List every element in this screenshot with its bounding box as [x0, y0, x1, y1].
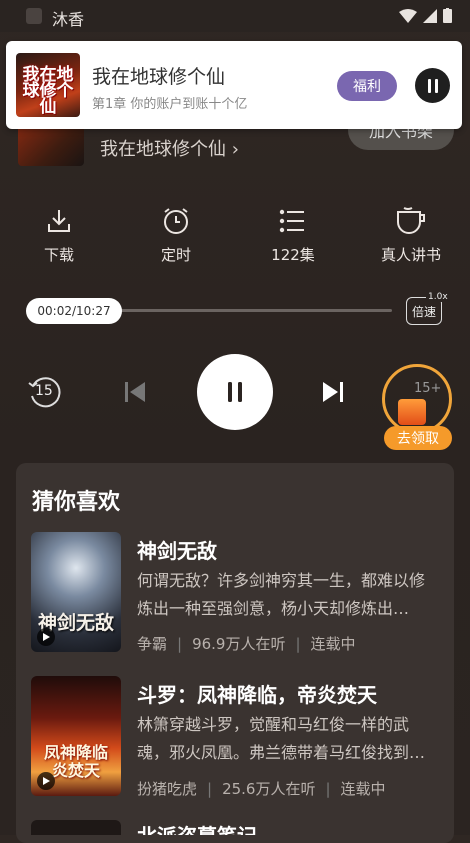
skip-previous-icon [125, 382, 145, 402]
notification-pause-button[interactable] [415, 68, 450, 103]
forward-seconds: 15+ [414, 381, 442, 396]
notification-subtitle: 第1章 你的账户到账十个亿 [92, 97, 248, 112]
book-cover[interactable] [31, 820, 121, 835]
rewind-seconds: 15 [35, 383, 53, 399]
episodes-label: 122集 [271, 246, 315, 264]
progress-thumb-time[interactable]: 00:02/10:27 [26, 298, 122, 324]
app-icon [26, 8, 42, 24]
skip-next-icon [323, 382, 343, 402]
recommend-title: 猜你喜欢 [32, 490, 121, 515]
claim-reward-button[interactable]: 去领取 [384, 426, 452, 450]
speed-value: 1.0x [426, 292, 450, 302]
play-mini-icon [37, 628, 55, 646]
notification-cover-text: 我在地球修个仙 [22, 65, 74, 117]
list-icon [279, 209, 304, 233]
notification-title: 我在地球修个仙 [92, 66, 226, 88]
notification-cover: 我在地球修个仙 [16, 53, 80, 117]
timer-button[interactable]: 定时 [131, 206, 221, 265]
divider: | [207, 779, 213, 798]
next-button[interactable] [322, 380, 344, 408]
book-cover[interactable]: 神剑无敌 [31, 532, 121, 652]
media-notification[interactable]: 我在地球修个仙 我在地球修个仙 第1章 你的账户到账十个亿 福利 [6, 41, 462, 129]
status-bar: 沐香 [0, 0, 470, 32]
real-narrator-label: 真人讲书 [380, 246, 441, 264]
book-status: 连载中 [310, 635, 356, 653]
signal-icon [423, 8, 437, 23]
play-pause-button[interactable] [197, 354, 273, 430]
status-icons [399, 8, 452, 23]
coin-gift-icon [398, 399, 426, 425]
progress-track[interactable] [100, 309, 392, 312]
status-app-name: 沐香 [52, 10, 85, 29]
real-narrator-button[interactable]: 真人讲书 [366, 206, 456, 265]
wifi-icon [399, 8, 417, 23]
book-meta: 扮猪吃虎 | 25.6万人在听 | 连载中 [137, 778, 386, 799]
book-author: 扮猪吃虎 [137, 780, 198, 798]
divider: | [295, 634, 301, 653]
book-title[interactable]: 北派盗墓笔记 [137, 820, 257, 835]
book-listeners: 96.9万人在听 [192, 635, 286, 653]
download-label: 下载 [43, 246, 74, 264]
book-title[interactable]: 斗罗：凤神降临，帝炎焚天 [137, 679, 377, 708]
book-author: 争霸 [137, 635, 168, 653]
play-mini-icon [37, 772, 55, 790]
book-listeners: 25.6万人在听 [222, 780, 316, 798]
book-cover[interactable]: 凤神降临 炎焚天 [31, 676, 121, 796]
alarm-icon [164, 208, 188, 234]
timer-label: 定时 [160, 246, 191, 264]
book-description: 林箫穿越斗罗，觉醒和马红俊一样的武魂，邪火凤凰。弗兰德带着马红俊找到… [137, 715, 426, 762]
episodes-button[interactable]: 122集 [248, 206, 338, 265]
pause-icon [427, 78, 438, 93]
download-icon [48, 210, 70, 232]
rewind-15-button[interactable]: 15 [26, 374, 62, 410]
pause-icon [228, 382, 242, 402]
divider: | [325, 779, 331, 798]
welfare-button[interactable]: 福利 [337, 71, 397, 101]
book-title-link[interactable]: 我在地球修个仙 › [100, 135, 239, 161]
previous-button[interactable] [124, 380, 146, 408]
download-button[interactable]: 下载 [14, 206, 104, 265]
battery-icon [443, 8, 452, 23]
book-description: 何谓无敌？许多剑神穷其一生，都难以修炼出一种至强剑意，杨小天却修炼出… [137, 571, 426, 618]
divider: | [177, 634, 183, 653]
cup-icon [397, 207, 425, 234]
book-meta: 争霸 | 96.9万人在听 | 连载中 [137, 633, 356, 654]
book-status: 连载中 [340, 780, 386, 798]
book-title[interactable]: 神剑无敌 [137, 535, 217, 564]
